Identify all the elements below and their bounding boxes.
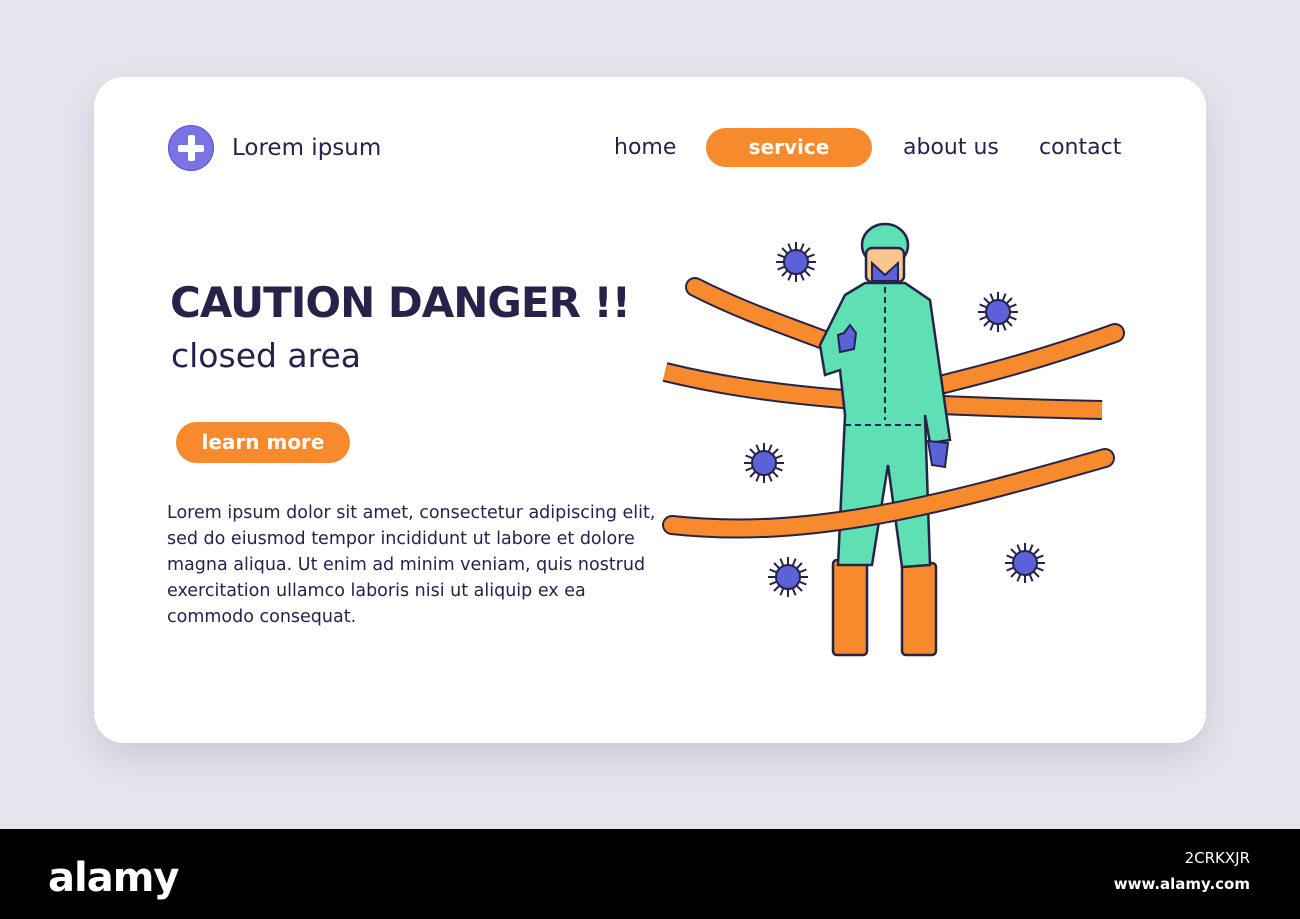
boot-left bbox=[831, 558, 869, 657]
hero-body-text: Lorem ipsum dolor sit amet, consectetur … bbox=[167, 503, 656, 627]
virus-icon bbox=[1004, 542, 1046, 584]
virus-icon bbox=[775, 241, 817, 283]
glove-icon bbox=[926, 439, 950, 469]
image-id: 2CRKXJR bbox=[1184, 849, 1250, 867]
virus-icon bbox=[977, 291, 1019, 333]
hazmat-person bbox=[818, 222, 952, 657]
boot-right bbox=[900, 561, 938, 657]
learn-more-button[interactable]: learn more bbox=[176, 422, 350, 463]
hero-subhead: closed area bbox=[171, 336, 362, 375]
nav-about-us[interactable]: about us bbox=[903, 128, 999, 167]
caution-tape bbox=[932, 325, 1123, 393]
nav-home[interactable]: home bbox=[614, 128, 676, 167]
site-logo[interactable]: Lorem ipsum bbox=[168, 125, 381, 171]
nav-contact[interactable]: contact bbox=[1039, 128, 1121, 167]
virus-icon bbox=[767, 556, 809, 598]
nav-service[interactable]: service bbox=[706, 128, 872, 167]
virus-icon bbox=[743, 442, 785, 484]
hazmat-illustration bbox=[662, 222, 1125, 657]
alamy-logo: alamy bbox=[48, 855, 179, 901]
hero-headline: CAUTION DANGER !! bbox=[170, 278, 631, 327]
stock-url: www.alamy.com bbox=[1113, 875, 1250, 893]
logo-text: Lorem ipsum bbox=[232, 135, 382, 161]
medical-cross-icon bbox=[168, 125, 214, 171]
stock-footer: alamy 2CRKXJR www.alamy.com bbox=[0, 829, 1300, 919]
